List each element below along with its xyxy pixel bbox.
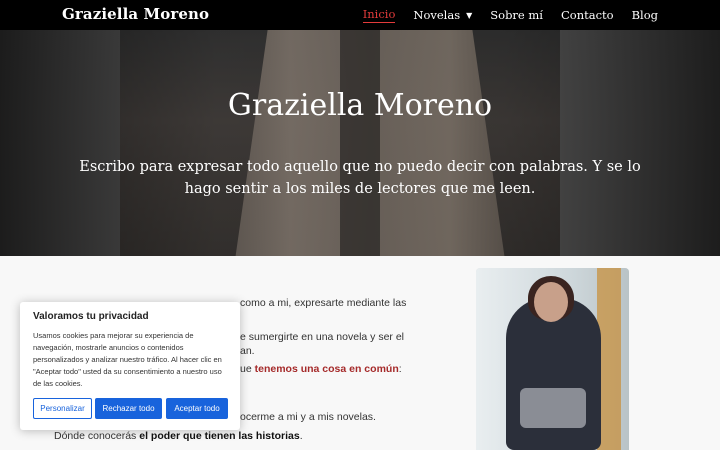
nav-item-inicio[interactable]: Inicio xyxy=(362,7,396,23)
cookie-consent-banner: Valoramos tu privacidad Usamos cookies p… xyxy=(20,302,240,430)
nav-item-blog[interactable]: Blog xyxy=(632,8,658,22)
intro-line: e sumergirte en una novela y ser el xyxy=(240,331,405,343)
nav-item-contacto[interactable]: Contacto xyxy=(561,8,614,22)
intro-line: ocerme a mi y a mis novelas. xyxy=(240,411,376,423)
intro-text: : xyxy=(398,363,402,375)
hero-bg-right xyxy=(560,30,720,256)
site-logo[interactable]: Graziella Moreno xyxy=(62,5,209,23)
nav-label: Blog xyxy=(631,8,658,22)
intro-line: an. xyxy=(240,345,255,357)
author-photo xyxy=(476,268,629,450)
nav-label: Sobre mí xyxy=(490,8,543,22)
intro-text: ue xyxy=(240,363,255,375)
intro-highlight: tenemos una cosa en común xyxy=(254,363,399,375)
caret-down-icon: ▼ xyxy=(466,10,473,20)
photo-person-skirt xyxy=(520,388,586,428)
accept-all-button[interactable]: Aceptar todo xyxy=(166,398,228,419)
hero-banner: Graziella Moreno Escribo para expresar t… xyxy=(0,30,720,256)
intro-line: ue tenemos una cosa en común: xyxy=(240,363,402,375)
nav-item-sobre-mi[interactable]: Sobre mí xyxy=(490,8,543,22)
hero-bg-left xyxy=(0,30,120,256)
site-header: Graziella Moreno Inicio Novelas ▼ Sobre … xyxy=(0,0,720,30)
customize-button[interactable]: Personalizar xyxy=(33,398,92,419)
hero-title: Graziella Moreno xyxy=(227,88,493,123)
nav-label: Inicio xyxy=(362,7,396,21)
hero-bg-shadow xyxy=(340,30,380,256)
intro-line: Dónde conocerás el poder que tienen las … xyxy=(54,430,303,442)
intro-line: como a mi, expresarte mediante las xyxy=(240,297,407,309)
intro-text: . xyxy=(299,430,303,442)
cookie-title: Valoramos tu privacidad xyxy=(33,311,149,322)
cookie-description: Usamos cookies para mejorar su experienc… xyxy=(33,331,222,388)
reject-all-button[interactable]: Rechazar todo xyxy=(95,398,162,419)
main-nav: Inicio Novelas ▼ Sobre mí Contacto Blog xyxy=(362,0,658,30)
intro-bold: el poder que tienen las historias xyxy=(139,430,300,442)
hero-subtitle: Escribo para expresar todo aquello que n… xyxy=(79,159,641,197)
intro-text: Dónde conocerás xyxy=(54,430,140,442)
nav-item-novelas[interactable]: Novelas ▼ xyxy=(413,8,472,22)
nav-label: Contacto xyxy=(560,8,614,22)
photo-person-face xyxy=(534,282,568,322)
nav-label: Novelas xyxy=(413,8,461,22)
